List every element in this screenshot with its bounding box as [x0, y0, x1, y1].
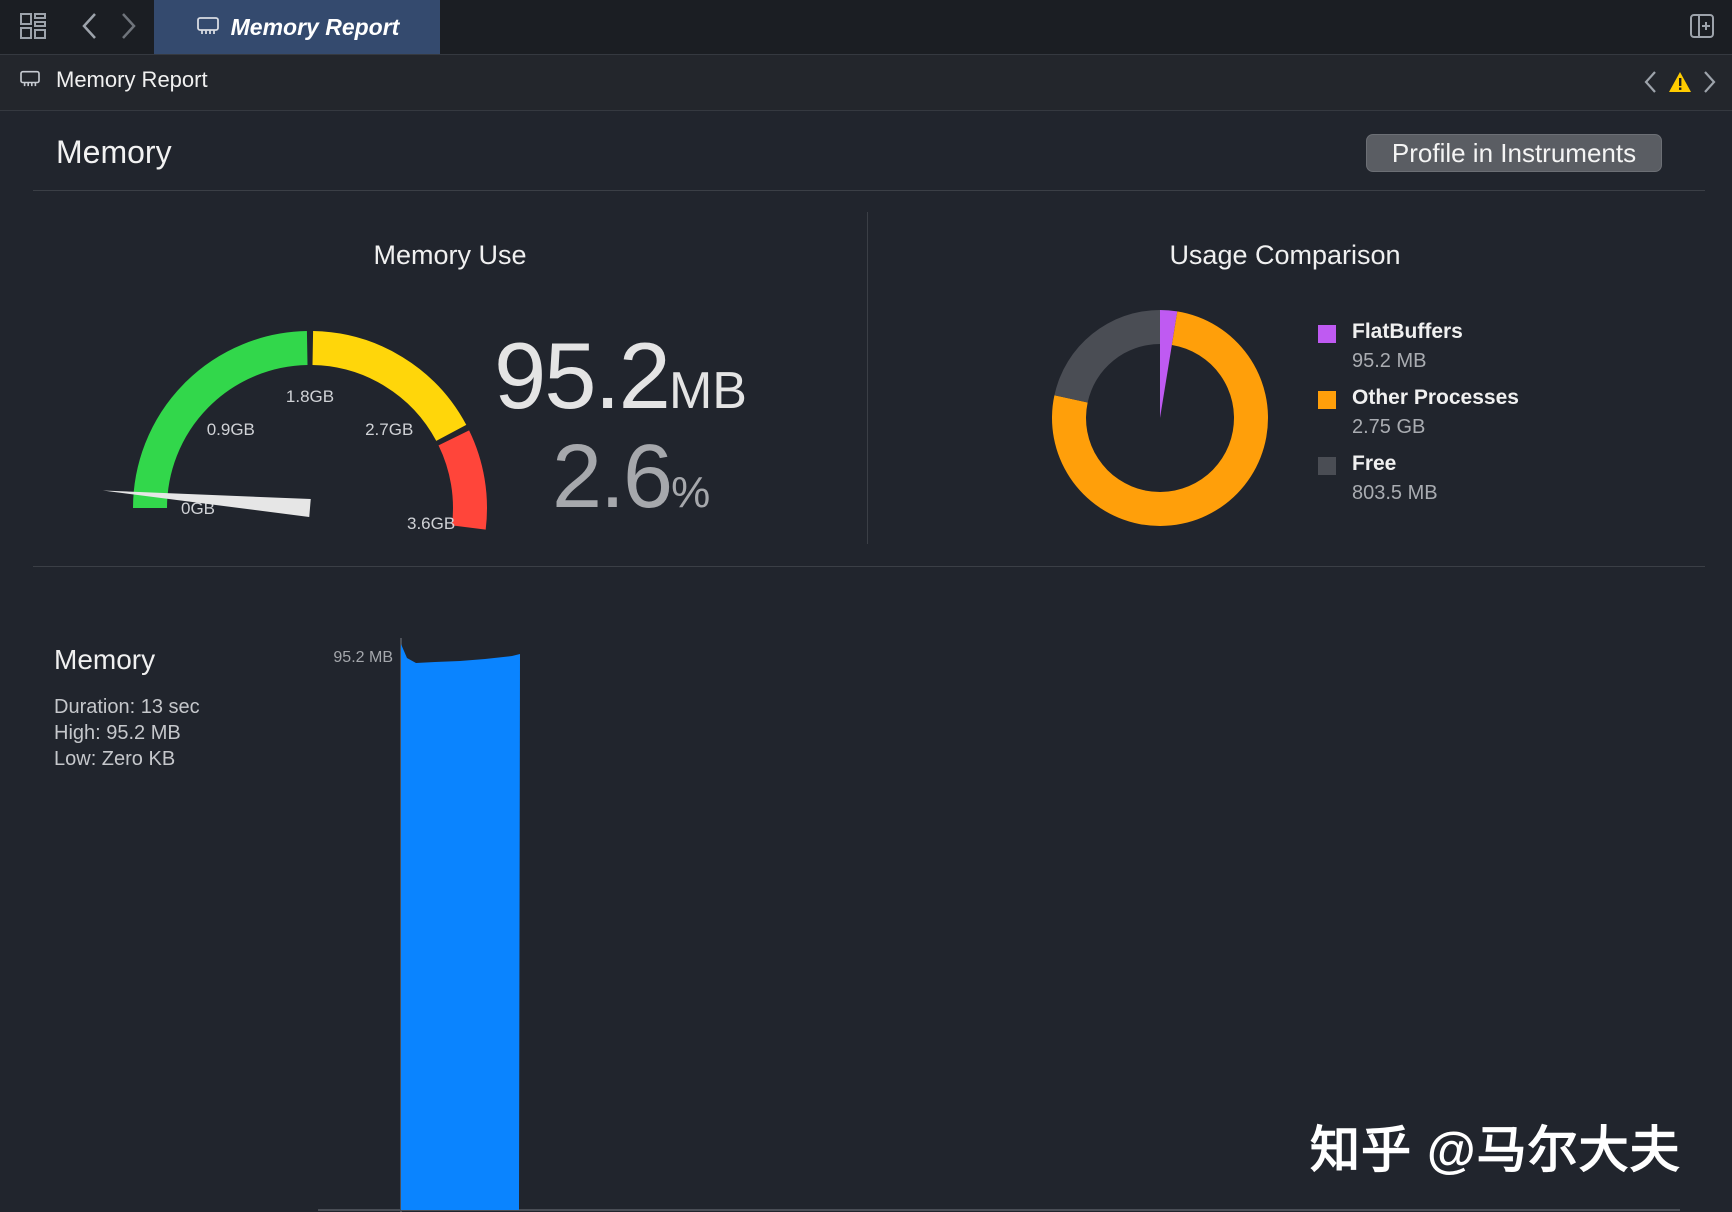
divider [33, 566, 1705, 567]
forward-chevron-icon[interactable] [112, 10, 144, 42]
memory-chip-icon [18, 67, 42, 93]
gauge-tick-label: 3.6GB [407, 514, 455, 533]
back-chevron-icon[interactable] [74, 10, 106, 42]
high-text: High: 95.2 MB [54, 722, 181, 744]
watermark: 知乎 @马尔大夫 [1310, 1122, 1681, 1178]
memory-value: 95.2MB [494, 322, 747, 430]
memory-gauge: 0GB 0.9GB 1.8GB 2.7GB 3.6GB [102, 331, 487, 533]
legend-swatch [1318, 325, 1336, 343]
page-title: Memory [56, 134, 172, 170]
memory-value-number: 95.2 [494, 323, 671, 428]
legend-swatch [1318, 391, 1336, 409]
tab-bar: Memory Report [0, 0, 1732, 55]
gauge-tick-label: 2.7GB [365, 420, 413, 439]
previous-issue-chevron-icon[interactable] [1642, 69, 1660, 100]
warning-icon[interactable] [1668, 70, 1692, 99]
tab-label: Memory Report [230, 13, 400, 40]
legend-value: 803.5 MB [1352, 482, 1438, 504]
memory-percent-unit: % [671, 468, 711, 517]
memory-percent: 2.6% [552, 426, 710, 529]
memory-value-unit: MB [668, 362, 747, 420]
related-items-grid-icon[interactable] [17, 10, 49, 42]
issue-navigator [1642, 69, 1718, 100]
donut-slice-free [1054, 310, 1160, 403]
duration-text: Duration: 13 sec [54, 696, 200, 718]
legend-swatch [1318, 457, 1336, 475]
memory-stats: Memory Duration: 13 sec High: 95.2 MB Lo… [54, 644, 200, 772]
next-issue-chevron-icon[interactable] [1700, 69, 1718, 100]
legend-name: Other Processes [1352, 386, 1519, 409]
legend-name: Free [1352, 452, 1397, 475]
profile-in-instruments-button[interactable]: Profile in Instruments [1366, 134, 1662, 172]
memory-use-title: Memory Use [373, 240, 527, 270]
breadcrumb[interactable]: Memory Report [18, 67, 208, 93]
add-editor-icon[interactable] [1686, 10, 1718, 42]
gauge-tick-label: 0.9GB [207, 420, 255, 439]
timeline-memory-area [401, 644, 520, 1210]
donut-slice-flatbuffers [1160, 310, 1178, 418]
memory-chip-icon [195, 15, 221, 40]
tab-memory-report[interactable]: Memory Report [154, 0, 440, 54]
divider [33, 190, 1705, 191]
low-text: Low: Zero KB [54, 748, 176, 770]
usage-comparison-title: Usage Comparison [1169, 240, 1401, 270]
gauge-arc-red [438, 430, 487, 530]
timeline-title: Memory [54, 644, 156, 675]
divider [867, 212, 868, 544]
usage-donut-chart [1052, 310, 1268, 526]
legend-value: 2.75 GB [1352, 416, 1426, 438]
timeline-max-label: 95.2 MB [333, 649, 393, 666]
legend-value: 95.2 MB [1352, 350, 1427, 372]
legend-name: FlatBuffers [1352, 320, 1463, 343]
memory-percent-number: 2.6 [552, 427, 673, 527]
breadcrumb-label: Memory Report [56, 67, 208, 92]
gauge-tick-label: 1.8GB [286, 387, 334, 406]
breadcrumb-bar: Memory Report [0, 55, 1732, 111]
